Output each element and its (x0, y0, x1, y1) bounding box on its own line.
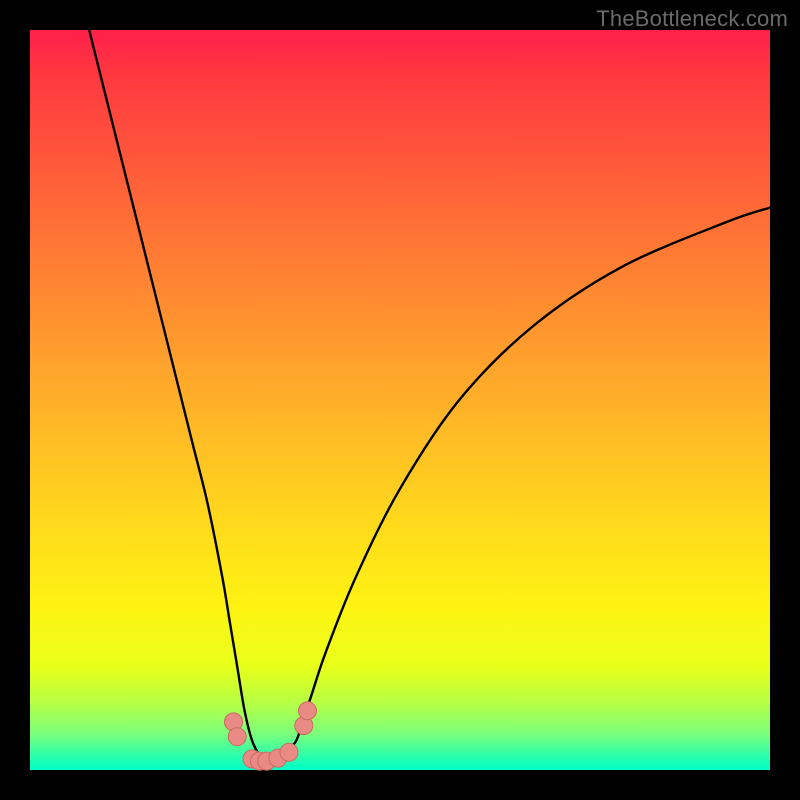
curve-marker (228, 728, 246, 746)
watermark-text: TheBottleneck.com (596, 6, 788, 32)
curve-marker (280, 743, 298, 761)
chart-svg (30, 30, 770, 770)
curve-marker (299, 702, 317, 720)
chart-frame: TheBottleneck.com (0, 0, 800, 800)
bottleneck-curve (89, 30, 770, 764)
curve-markers (225, 702, 317, 770)
plot-area (30, 30, 770, 770)
